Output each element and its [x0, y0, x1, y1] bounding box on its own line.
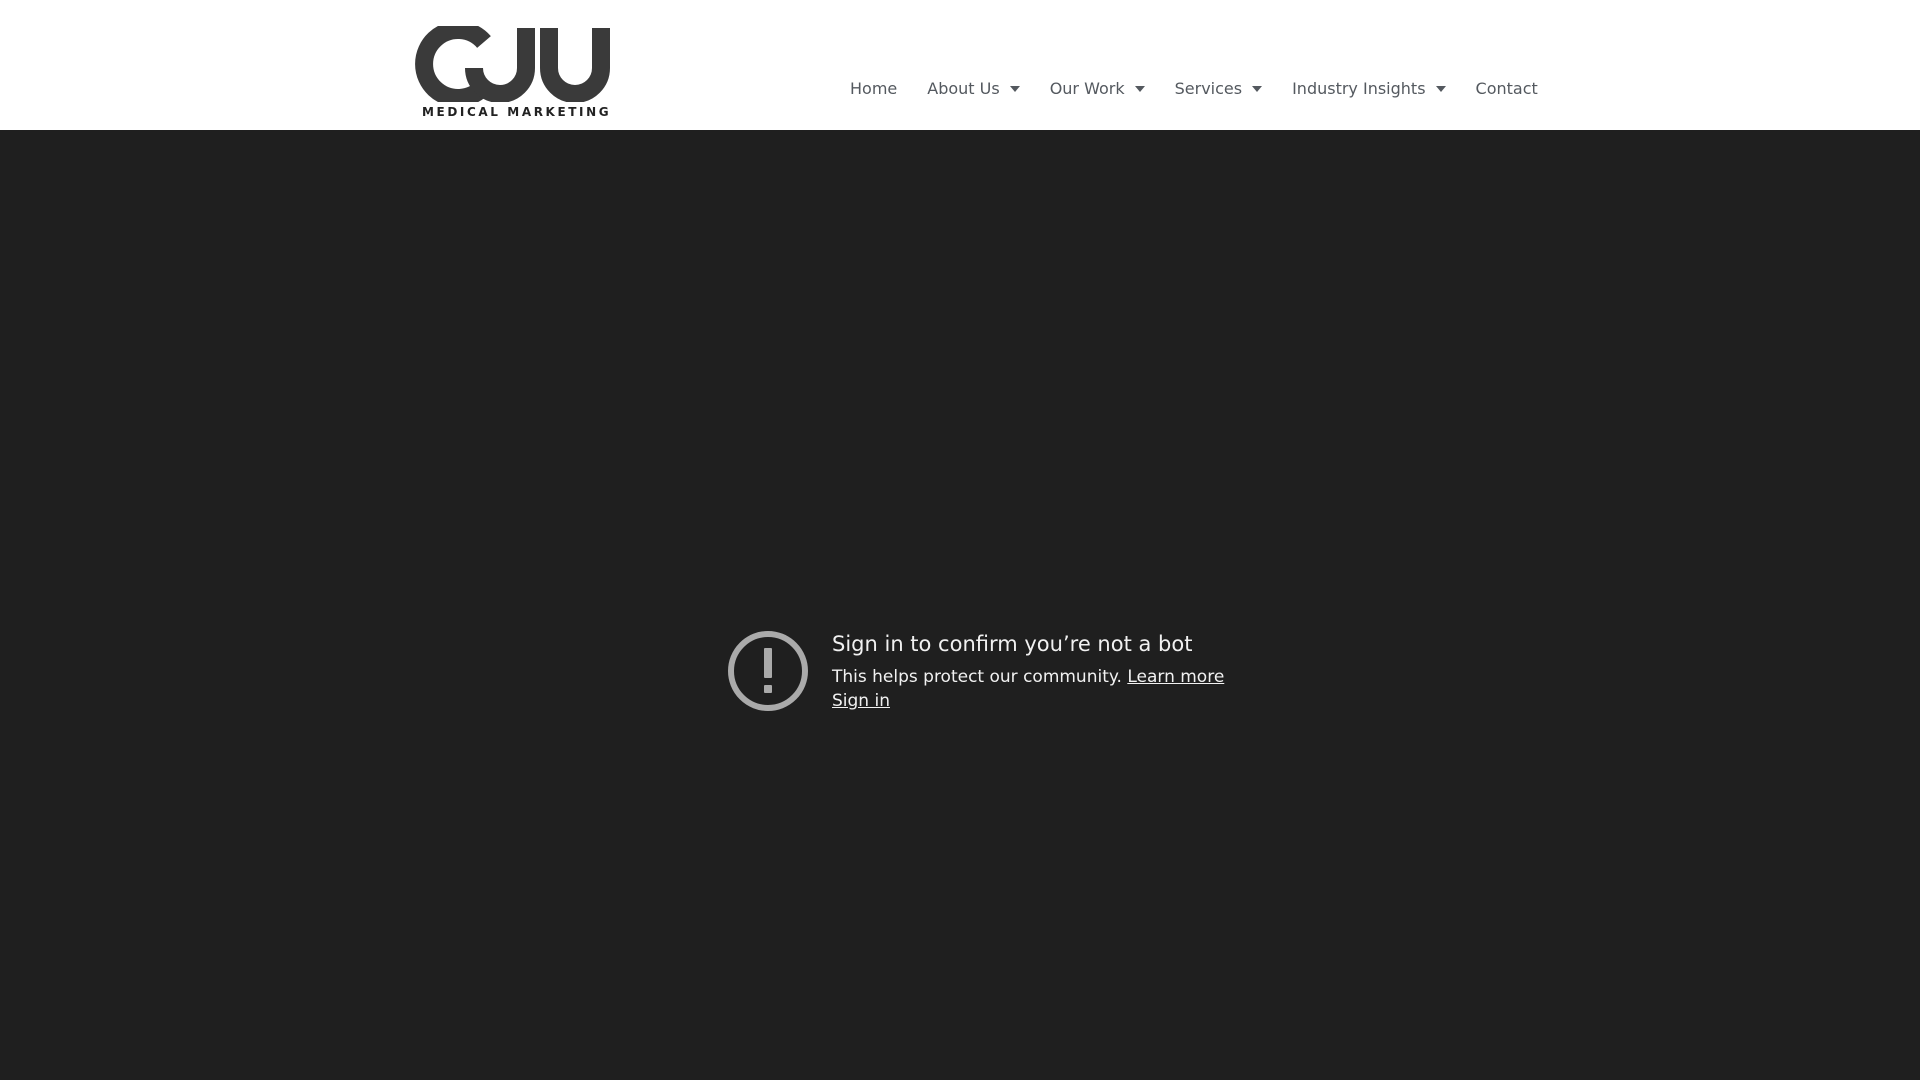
- nav-item-label: Services: [1174, 78, 1243, 98]
- logo-mark: [415, 26, 610, 102]
- nav-item-industry-insights[interactable]: Industry Insights: [1292, 78, 1446, 98]
- sign-in-link[interactable]: Sign in: [832, 689, 890, 713]
- caret-down-icon[interactable]: [1009, 86, 1020, 92]
- caret-down-icon[interactable]: [1134, 86, 1145, 92]
- caret-down-icon[interactable]: [1252, 86, 1263, 92]
- learn-more-link[interactable]: Learn more: [1127, 667, 1224, 687]
- nav-item-home[interactable]: Home: [850, 79, 897, 98]
- notice-message: This helps protect our community. Learn …: [832, 665, 1252, 689]
- video-player[interactable]: Sign in to confirm you’re not a bot This…: [0, 130, 1920, 1080]
- notice-message-text: This helps protect our community.: [832, 667, 1122, 687]
- nav-item-label: Our Work: [1049, 78, 1125, 98]
- nav-item-label: Home: [850, 78, 898, 98]
- nav-item-label: Industry Insights: [1292, 78, 1426, 98]
- logo-tagline: MEDICAL MARKETING: [422, 105, 612, 119]
- site-header: MEDICAL MARKETING Home About Us Our Work…: [0, 0, 1920, 130]
- notice-title: Sign in to confirm you’re not a bot: [832, 632, 1193, 656]
- nav-item-our-work[interactable]: Our Work: [1050, 79, 1145, 98]
- nav-item-label: About Us: [927, 78, 1000, 98]
- nav-item-label: Contact: [1475, 78, 1538, 98]
- alert-circle-icon: [728, 631, 808, 711]
- nav-item-contact[interactable]: Contact: [1476, 79, 1538, 98]
- nav-item-services[interactable]: Services: [1174, 78, 1263, 98]
- main-nav: Home About Us Our Work Services Industry…: [850, 73, 1538, 103]
- brand-logo[interactable]: MEDICAL MARKETING: [414, 26, 612, 120]
- nav-item-about-us[interactable]: About Us: [927, 78, 1020, 98]
- caret-down-icon[interactable]: [1435, 86, 1446, 92]
- notice-text: Sign in to confirm you’re not a bot This…: [832, 630, 1252, 713]
